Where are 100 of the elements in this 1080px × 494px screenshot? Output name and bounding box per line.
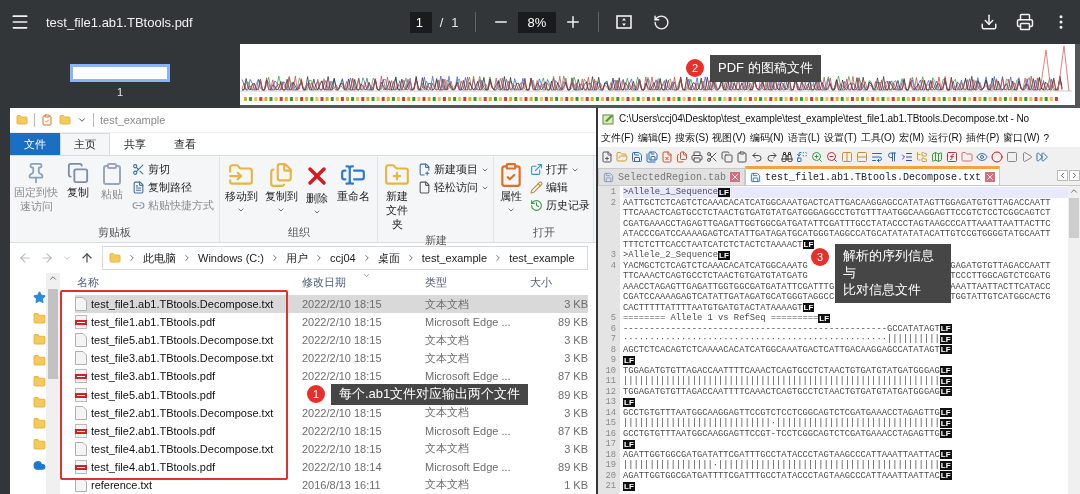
menu-item[interactable]: 文件(F) — [601, 131, 634, 145]
breadcrumb[interactable]: test_example — [421, 252, 488, 264]
breadcrumb[interactable]: test_example — [509, 252, 575, 264]
monitor-icon[interactable] — [976, 150, 988, 163]
zoom-field[interactable]: 8% — [517, 11, 557, 33]
ribbon-button[interactable]: 新建文件夹 — [380, 160, 414, 234]
breadcrumb[interactable]: 用户 — [286, 250, 308, 266]
show-all-characters-icon[interactable] — [886, 150, 898, 163]
zoom-out-icon[interactable] — [826, 150, 838, 163]
menu-item[interactable]: 搜索(S) — [675, 131, 709, 145]
close-icon[interactable] — [730, 172, 741, 182]
scrollbar-thumb[interactable] — [1069, 198, 1079, 238]
star-icon[interactable] — [33, 291, 46, 304]
sync-vertical-icon[interactable] — [841, 150, 853, 163]
ribbon-button[interactable]: 剪切 — [130, 162, 216, 177]
breadcrumb[interactable]: 此电脑 — [143, 250, 176, 266]
cloud-icon[interactable] — [33, 459, 46, 472]
new-file-icon[interactable] — [601, 150, 613, 163]
save-all-icon[interactable] — [646, 150, 658, 163]
selected-file-row[interactable]: test_file1.ab1.TBtools.Decompose.txt 2022/2/10 18:15 文本文档 3 KB — [75, 295, 588, 314]
save-icon[interactable] — [631, 150, 643, 163]
scroll-up-icon[interactable] — [48, 273, 58, 283]
folder-icon[interactable] — [33, 438, 46, 451]
column-header[interactable]: 修改日期 — [300, 275, 423, 290]
editor-tab[interactable]: test_file1.ab1.TBtools.Decompose.txt — [745, 166, 1001, 185]
stop-icon[interactable] — [1006, 150, 1018, 163]
scroll-left-icon[interactable] — [1058, 171, 1067, 180]
ribbon-button[interactable]: 复制路径 — [130, 180, 216, 195]
folder-icon[interactable] — [33, 333, 46, 346]
menu-item[interactable]: 设置(T) — [823, 131, 857, 145]
rotate-icon[interactable] — [653, 13, 671, 31]
print-icon[interactable] — [691, 150, 703, 163]
column-header[interactable]: 名称 — [75, 275, 300, 290]
back-icon[interactable] — [18, 251, 32, 265]
ribbon-button[interactable]: 删除 — [302, 160, 332, 225]
quick-access-dropdown-icon[interactable] — [77, 115, 87, 125]
close-icon[interactable] — [985, 172, 996, 182]
menu-item[interactable]: 插件(P) — [966, 131, 1000, 145]
record-icon[interactable] — [991, 150, 1003, 163]
folder-icon[interactable] — [33, 354, 46, 367]
column-header[interactable]: 类型 — [423, 275, 528, 290]
find-icon[interactable] — [781, 150, 793, 163]
ribbon-button[interactable]: 编辑 — [528, 180, 592, 195]
page-number-field[interactable]: 1 — [409, 11, 432, 33]
menu-item[interactable]: ? — [1043, 132, 1050, 144]
cut-icon[interactable] — [706, 150, 718, 163]
close-all-icon[interactable] — [676, 150, 688, 163]
copy-icon[interactable] — [721, 150, 733, 163]
redo-icon[interactable] — [766, 150, 778, 163]
play-icon[interactable] — [1021, 150, 1033, 163]
scrollbar[interactable] — [1068, 186, 1080, 494]
breadcrumb[interactable]: 桌面 — [377, 250, 400, 266]
scroll-right-icon[interactable] — [1070, 171, 1079, 180]
breadcrumb[interactable]: ccj04 — [330, 252, 356, 264]
folder-icon[interactable] — [33, 375, 46, 388]
up-icon[interactable] — [80, 251, 94, 265]
word-wrap-icon[interactable] — [871, 150, 883, 163]
ribbon-button[interactable]: 历史记录 — [528, 198, 592, 213]
menu-item[interactable]: 编辑(E) — [637, 131, 672, 145]
breadcrumb[interactable]: Windows (C:) — [198, 252, 264, 264]
folder-icon[interactable] — [33, 312, 46, 325]
menu-item[interactable]: 工具(O) — [860, 131, 896, 145]
menu-item[interactable]: 运行(R) — [928, 131, 963, 145]
close-file-icon[interactable] — [661, 150, 673, 163]
zoom-in-icon[interactable] — [811, 150, 823, 163]
column-header[interactable]: 大小 — [528, 275, 588, 290]
sync-horizontal-icon[interactable] — [856, 150, 868, 163]
folder-icon[interactable] — [33, 396, 46, 409]
folder-icon[interactable] — [961, 150, 973, 163]
address-bar[interactable]: 此电脑 Windows (C:) 用户 ccj04 桌面 test_example test_example — [102, 246, 588, 270]
run-macro-icon[interactable] — [1036, 150, 1048, 163]
scroll-up-icon[interactable] — [1069, 186, 1079, 196]
menu-item[interactable]: 语言(L) — [787, 131, 820, 145]
menu-item[interactable]: 视图(V) — [712, 131, 746, 145]
replace-icon[interactable] — [796, 150, 808, 163]
paste-icon[interactable] — [736, 150, 748, 163]
forward-icon[interactable] — [40, 251, 54, 265]
scrollbar[interactable] — [46, 273, 60, 494]
print-icon[interactable] — [1016, 13, 1034, 31]
fit-page-icon[interactable] — [615, 13, 634, 31]
menu-item[interactable]: 窗口(W) — [1003, 131, 1040, 145]
new-folder-icon[interactable] — [59, 114, 71, 126]
ribbon-button[interactable]: 打开 — [528, 162, 592, 177]
properties-icon[interactable] — [41, 114, 53, 126]
menu-icon[interactable] — [10, 12, 30, 32]
menu-item[interactable]: 编码(N) — [749, 131, 784, 145]
file-menu-tab[interactable]: 文件 — [10, 133, 60, 155]
ribbon-tab[interactable]: 主页 — [60, 133, 110, 155]
indent-guide-icon[interactable] — [901, 150, 913, 163]
scrollbar-thumb[interactable] — [48, 289, 58, 379]
document-map-icon[interactable] — [931, 150, 943, 163]
ribbon-button[interactable]: 复制到 — [262, 160, 300, 225]
ribbon-button[interactable]: 新建项目 — [416, 162, 491, 177]
download-icon[interactable] — [980, 13, 998, 31]
ribbon-button[interactable]: 轻松访问 — [416, 180, 491, 195]
editor-tab[interactable]: SelectedRegion.tab — [598, 168, 746, 185]
page-thumbnail[interactable] — [70, 64, 170, 82]
ribbon-button[interactable]: 属性 — [496, 160, 526, 225]
menu-item[interactable]: 宏(M) — [899, 131, 925, 145]
ribbon-button[interactable]: 重命名 — [334, 160, 372, 225]
